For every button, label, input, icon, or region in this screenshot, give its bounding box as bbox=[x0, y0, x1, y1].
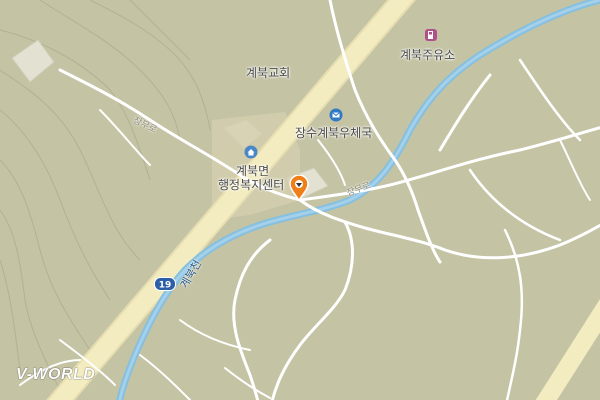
township-office-label-line2[interactable]: 행정복지센터 bbox=[218, 176, 284, 193]
home-icon[interactable] bbox=[244, 145, 258, 159]
highway-east bbox=[535, 298, 600, 400]
post-office-label[interactable]: 장수계북우체국 bbox=[295, 124, 372, 141]
map-view[interactable]: 계북주유소 계북교회 장수계북우체국 계북면 행정복지센터 장무로 장무로 계북… bbox=[0, 0, 600, 400]
fuel-icon[interactable] bbox=[424, 28, 438, 42]
svg-text:19: 19 bbox=[159, 281, 172, 291]
vworld-logo: V-WORLD bbox=[16, 366, 96, 383]
church-label[interactable]: 계북교회 bbox=[246, 64, 290, 81]
route-shield-icon: 19 bbox=[154, 277, 176, 291]
location-marker-icon[interactable] bbox=[289, 175, 309, 201]
mail-icon[interactable] bbox=[329, 108, 343, 122]
gas-station-label[interactable]: 계북주유소 bbox=[400, 46, 455, 63]
